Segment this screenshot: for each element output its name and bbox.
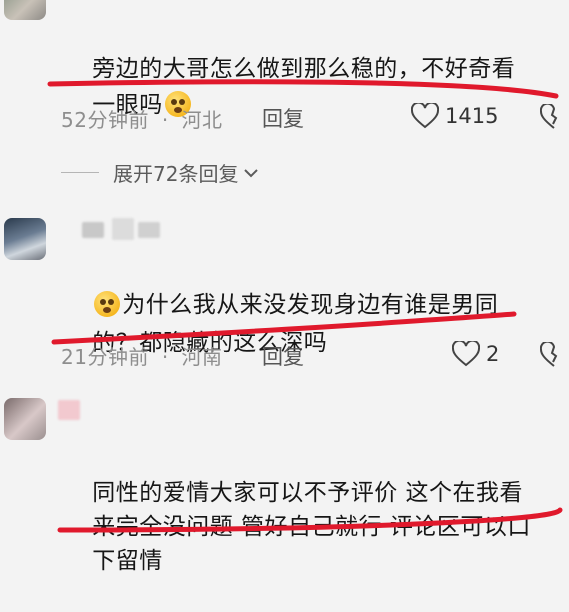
username-blurred: [82, 222, 104, 238]
avatar[interactable]: [4, 218, 46, 260]
dislike-icon[interactable]: [540, 342, 568, 368]
expand-replies[interactable]: 展开72条回复: [61, 158, 260, 187]
avatar[interactable]: [4, 398, 46, 440]
like-button[interactable]: 1415: [411, 103, 498, 129]
chevron-down-icon: [244, 168, 259, 177]
like-button[interactable]: 2: [452, 341, 499, 367]
comment-text-cont: 下留情: [61, 510, 561, 612]
expand-replies-label: 展开72条回复: [113, 162, 239, 186]
avatar[interactable]: [4, 0, 46, 20]
separator: ·: [161, 345, 169, 369]
timestamp: 52分钟前: [61, 108, 149, 132]
comment-text-line-3: 下留情: [92, 548, 163, 574]
heart-icon: [452, 341, 480, 367]
reply-button[interactable]: 回复: [262, 341, 304, 371]
divider: [61, 172, 99, 173]
username-blurred: [112, 218, 134, 240]
location: 河南: [181, 345, 223, 369]
reply-button[interactable]: 回复: [262, 103, 304, 133]
username-blurred: [58, 400, 80, 420]
comment-meta: 52分钟前 · 河北: [61, 104, 229, 133]
separator: ·: [161, 108, 169, 132]
timestamp: 21分钟前: [61, 345, 149, 369]
heart-icon: [411, 103, 439, 129]
comment-meta: 21分钟前 · 河南: [61, 341, 229, 370]
like-count: 2: [486, 342, 500, 366]
username-blurred: [138, 222, 160, 238]
like-count: 1415: [445, 104, 499, 128]
location: 河北: [181, 108, 223, 132]
dislike-icon[interactable]: [540, 104, 568, 130]
